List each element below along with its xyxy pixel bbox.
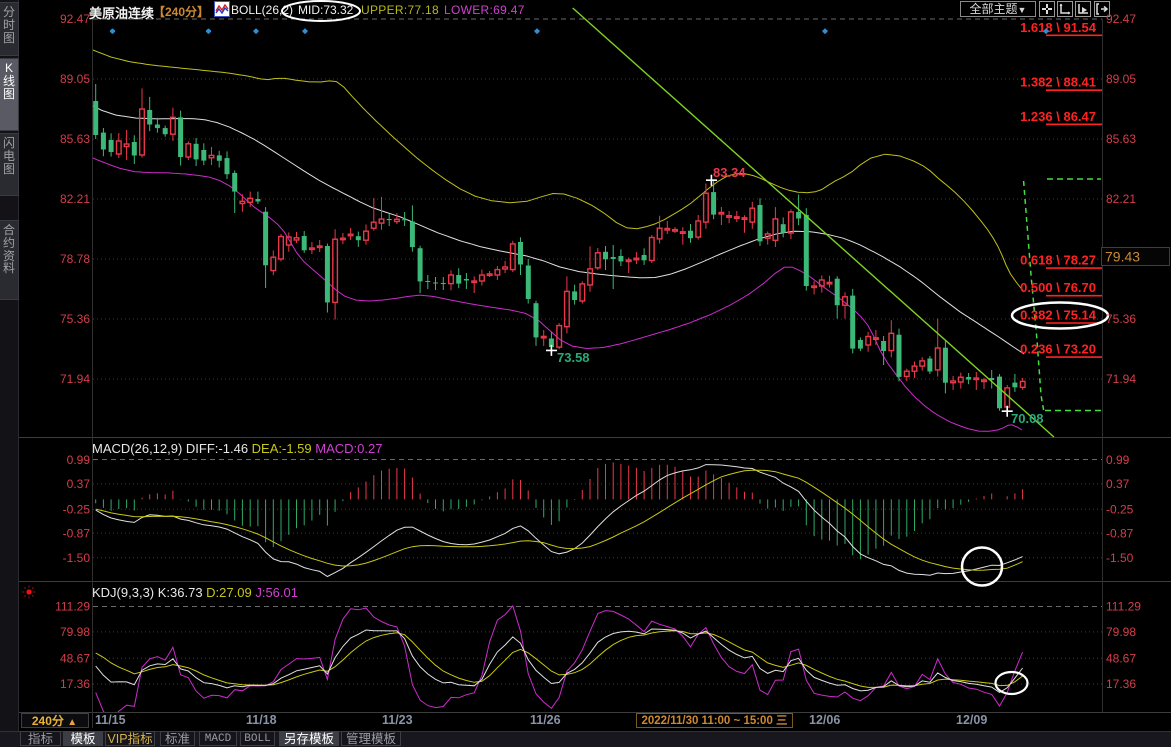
svg-text:75.36: 75.36	[60, 312, 90, 326]
svg-text:1.236 \ 86.47: 1.236 \ 86.47	[1020, 109, 1096, 124]
svg-text:82.21: 82.21	[60, 192, 90, 206]
svg-text:111.29: 111.29	[55, 600, 90, 614]
svg-text:75.36: 75.36	[1106, 312, 1136, 326]
svg-text:71.94: 71.94	[1106, 372, 1136, 386]
svg-text:-0.25: -0.25	[1106, 502, 1134, 516]
svg-text:92.47: 92.47	[1106, 12, 1136, 26]
svg-text:17.36: 17.36	[1106, 677, 1136, 691]
svg-text:1.382 \ 88.41: 1.382 \ 88.41	[1020, 75, 1096, 90]
svg-text:92.47: 92.47	[60, 12, 90, 26]
svg-text:0.99: 0.99	[1106, 453, 1130, 467]
svg-text:78.78: 78.78	[60, 252, 90, 266]
svg-text:73.58: 73.58	[557, 350, 590, 365]
svg-text:82.21: 82.21	[1106, 192, 1136, 206]
svg-text:79.43: 79.43	[1105, 249, 1140, 265]
svg-text:-1.50: -1.50	[63, 551, 91, 565]
svg-text:MACD(26,12,9) DIFF:-1.46 DEA:: MACD(26,12,9) DIFF:-1.46 DEA:-1.59 MACD:…	[92, 441, 382, 456]
svg-text:0.500 \ 76.70: 0.500 \ 76.70	[1020, 280, 1096, 295]
svg-text:0.37: 0.37	[1106, 477, 1130, 491]
svg-text:0.99: 0.99	[67, 453, 91, 467]
svg-text:85.63: 85.63	[1106, 132, 1136, 146]
svg-text:KDJ(9,3,3) K:36.73 D:27.09 J: KDJ(9,3,3) K:36.73 D:27.09 J:56.01	[92, 585, 298, 600]
svg-text:17.36: 17.36	[60, 677, 90, 691]
svg-text:48.67: 48.67	[1106, 652, 1136, 666]
svg-text:0.236 \ 73.20: 0.236 \ 73.20	[1020, 342, 1096, 357]
svg-text:0.37: 0.37	[67, 477, 91, 491]
svg-text:70.08: 70.08	[1011, 411, 1044, 426]
svg-text:89.05: 89.05	[1106, 72, 1136, 86]
svg-text:1.618 \ 91.54: 1.618 \ 91.54	[1020, 20, 1097, 35]
svg-text:0.618 \ 78.27: 0.618 \ 78.27	[1020, 253, 1096, 268]
svg-text:48.67: 48.67	[60, 652, 90, 666]
svg-text:-1.50: -1.50	[1106, 551, 1134, 565]
svg-text:89.05: 89.05	[60, 72, 90, 86]
svg-text:79.98: 79.98	[1106, 625, 1136, 639]
svg-text:111.29: 111.29	[1106, 600, 1141, 614]
svg-text:-0.87: -0.87	[63, 526, 91, 540]
svg-text:83.34: 83.34	[713, 165, 746, 180]
svg-text:71.94: 71.94	[60, 372, 90, 386]
svg-text:-0.25: -0.25	[63, 502, 91, 516]
svg-text:-0.87: -0.87	[1106, 526, 1134, 540]
svg-text:0.382 \ 75.14: 0.382 \ 75.14	[1020, 308, 1097, 323]
svg-text:85.63: 85.63	[60, 132, 90, 146]
svg-text:79.98: 79.98	[60, 625, 90, 639]
